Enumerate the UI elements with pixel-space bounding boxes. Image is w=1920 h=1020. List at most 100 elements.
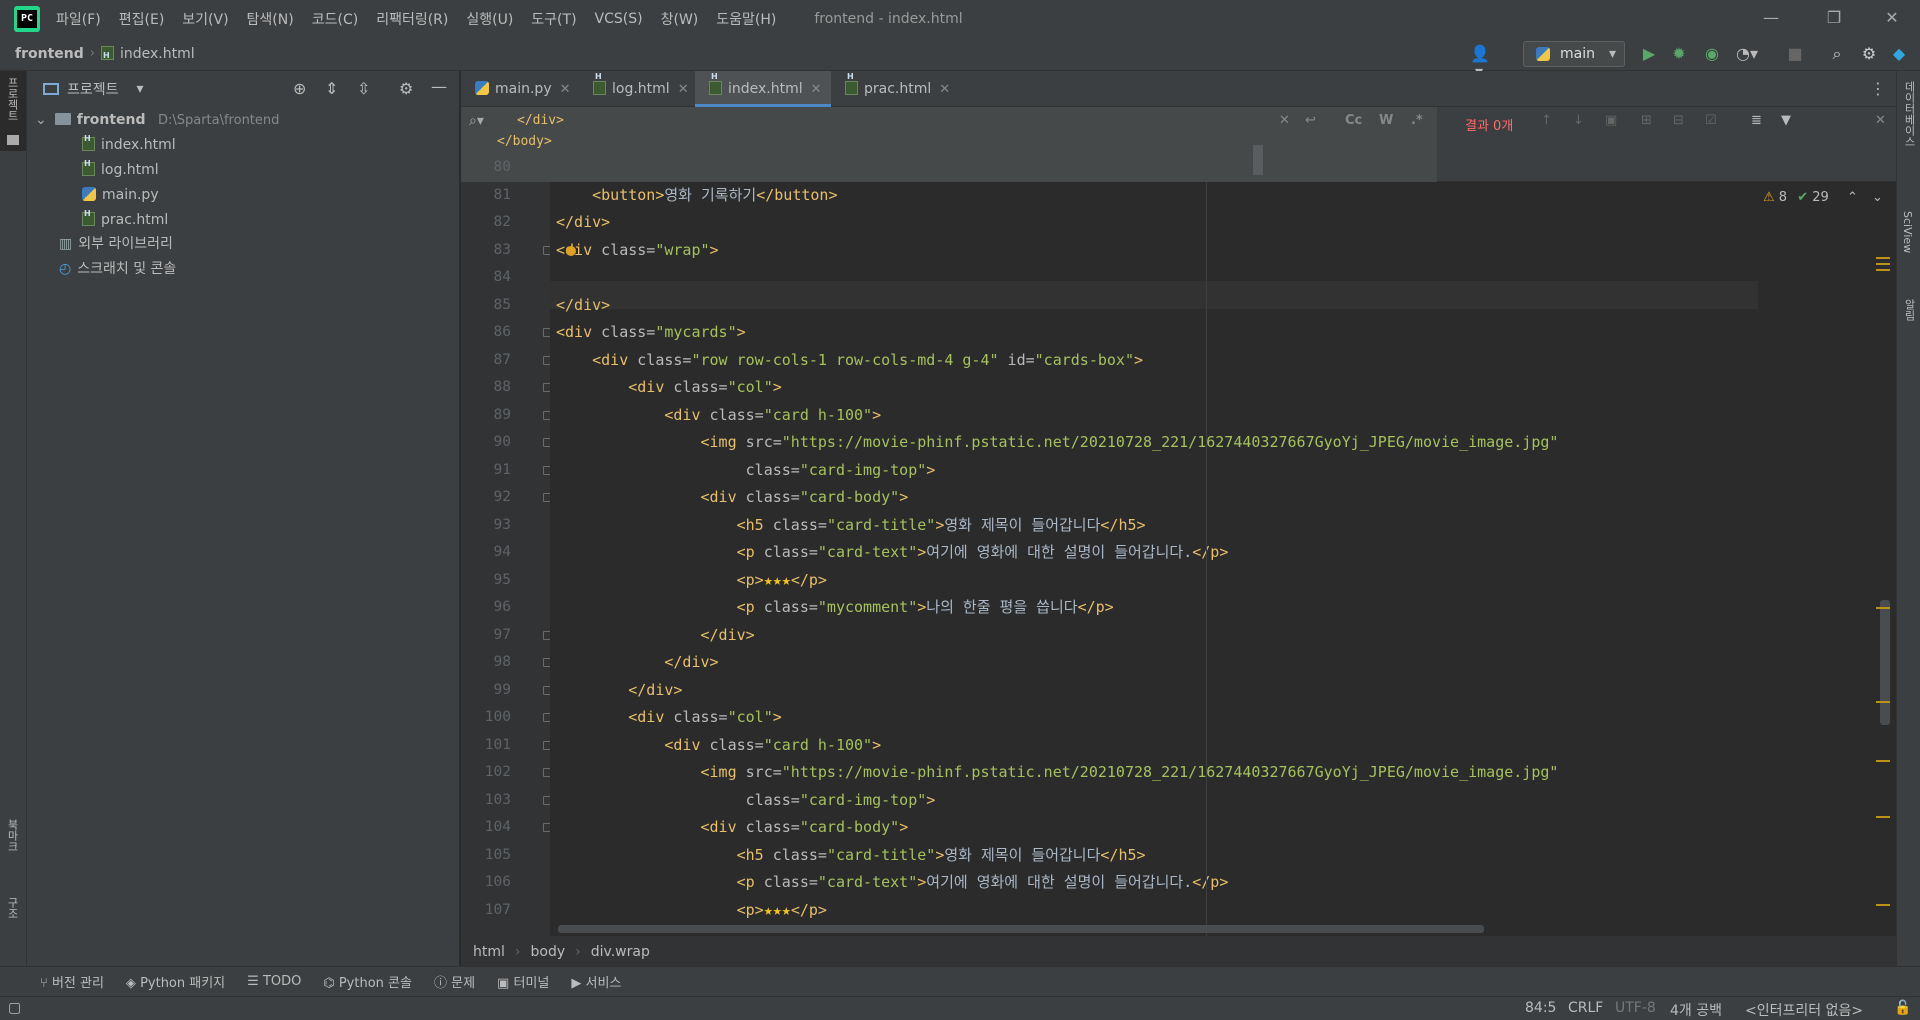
filter-options-icon[interactable]: ≣ (1751, 113, 1762, 128)
more-tabs-icon[interactable]: ⋮ (1870, 79, 1886, 98)
run-icon[interactable]: ▶ (1640, 45, 1658, 63)
chevron-down-icon[interactable]: ▾ (137, 81, 144, 97)
tab-index-html[interactable]: index.html ✕ (695, 59, 831, 107)
line-separator[interactable]: CRLF (1568, 1000, 1603, 1016)
user-icon[interactable]: 👤▾ (1470, 45, 1490, 81)
find-input[interactable]: ⌕▾ </div> </body> ✕ ↩ Cc W .* (461, 107, 1437, 182)
warning-mark[interactable] (1876, 257, 1890, 259)
project-tool-tab[interactable]: 프로젝트 (0, 71, 26, 151)
python-packages-tool-button[interactable]: ◈ Python 패키지 (126, 972, 225, 991)
menu-help[interactable]: 도움말(H) (716, 9, 776, 29)
gear-icon[interactable]: ⚙ (399, 79, 413, 98)
warning-mark[interactable] (1876, 607, 1890, 609)
nav-project[interactable]: frontend (15, 46, 84, 62)
tree-external-libraries[interactable]: ▥ 외부 라이브러리 (59, 232, 173, 257)
caret-position[interactable]: 84:5 (1525, 1000, 1556, 1016)
filter-icon[interactable]: ▼ (1781, 113, 1791, 128)
close-tab-icon[interactable]: ✕ (939, 82, 950, 97)
breadcrumb-html[interactable]: html (473, 944, 505, 960)
expand-all-icon[interactable]: ⇕ (325, 79, 338, 98)
nav-file[interactable]: index.html (100, 45, 195, 62)
vcs-tool-button[interactable]: ⑂ 버전 관리 (40, 972, 104, 991)
structure-tool-tab[interactable]: 구조 (4, 897, 20, 919)
tab-log-html[interactable]: log.html ✕ (579, 59, 693, 107)
terminal-tool-button[interactable]: ▣ 터미널 (497, 972, 549, 991)
warning-mark[interactable] (1876, 263, 1890, 265)
previous-highlight-icon[interactable]: ⌃ (1847, 190, 1858, 205)
tree-scratches[interactable]: ◴ 스크래치 및 콘솔 (59, 257, 176, 282)
collapse-all-icon[interactable]: ⇳ (357, 79, 370, 98)
tree-file-log[interactable]: log.html (82, 151, 159, 183)
close-tab-icon[interactable]: ✕ (678, 82, 689, 97)
menu-run[interactable]: 실행(U) (466, 9, 513, 29)
warning-mark[interactable] (1876, 269, 1890, 271)
close-tab-icon[interactable]: ✕ (560, 82, 571, 97)
tree-file-prac[interactable]: prac.html (82, 201, 168, 233)
tab-main-py[interactable]: main.py ✕ (461, 71, 579, 107)
whole-word-toggle[interactable]: W (1379, 113, 1393, 128)
tree-root[interactable]: ⌄ frontend D:\Sparta\frontend (35, 108, 279, 133)
find-scrollbar[interactable] (1253, 145, 1263, 175)
remove-occurrence-icon[interactable]: ⊟ (1673, 113, 1684, 128)
intention-bulb-icon[interactable] (566, 245, 576, 256)
file-encoding[interactable]: UTF-8 (1615, 1000, 1656, 1016)
debug-icon[interactable]: ✹ (1670, 45, 1688, 63)
stop-icon[interactable]: ■ (1786, 45, 1804, 63)
search-icon[interactable]: ⌕ (1828, 45, 1846, 63)
tree-file-main[interactable]: main.py (82, 183, 159, 208)
menu-code[interactable]: 코드(C) (312, 9, 358, 29)
lock-icon[interactable]: 🔓 (1894, 1000, 1911, 1016)
settings-icon[interactable]: ⚙ (1860, 45, 1878, 63)
locate-icon[interactable]: ⊕ (293, 79, 306, 98)
select-occurrences-icon[interactable]: ☑ (1705, 113, 1717, 128)
python-console-tool-button[interactable]: ⌬ Python 콘솔 (323, 972, 412, 991)
select-all-icon[interactable]: ▣ (1605, 113, 1617, 128)
clear-icon[interactable]: ✕ (1279, 113, 1290, 128)
breadcrumb-div-wrap[interactable]: div.wrap (591, 944, 650, 960)
editor-scroll-strip[interactable]: ⚠ 8 ✔ 29 ⌃ ⌄ (1758, 182, 1896, 936)
toolbox-icon[interactable]: ◆ (1890, 45, 1908, 63)
menu-file[interactable]: 파일(F) (56, 9, 101, 29)
menu-view[interactable]: 보기(V) (182, 9, 228, 29)
horizontal-scrollbar-thumb[interactable] (558, 925, 1484, 933)
services-tool-button[interactable]: ▶ 서비스 (571, 972, 621, 991)
newline-icon[interactable]: ↩ (1305, 113, 1316, 128)
menu-refactor[interactable]: 리팩터링(R) (376, 9, 448, 29)
next-highlight-icon[interactable]: ⌄ (1872, 190, 1883, 205)
profile-icon[interactable]: ◔▾ (1736, 45, 1758, 63)
minimize-icon[interactable]: — (1743, 0, 1799, 37)
menu-navigate[interactable]: 탐색(N) (247, 9, 294, 29)
next-occurrence-icon[interactable]: ↓ (1573, 113, 1584, 128)
previous-occurrence-icon[interactable]: ↑ (1541, 113, 1552, 128)
problems-tool-button[interactable]: ⓘ 문제 (434, 972, 475, 991)
warning-mark[interactable] (1876, 760, 1890, 762)
tree-file-index[interactable]: index.html (82, 126, 176, 158)
close-tab-icon[interactable]: ✕ (811, 82, 822, 97)
project-panel-title[interactable]: 프로젝트 (67, 79, 119, 99)
sciview-tool-tab[interactable]: SciView (1901, 211, 1914, 253)
search-icon[interactable]: ⌕▾ (469, 113, 484, 129)
todo-tool-button[interactable]: ☰ TODO (247, 974, 301, 989)
run-config-select[interactable]: main ▾ (1523, 41, 1625, 67)
interpreter-status[interactable]: <인터프리터 없음> (1745, 1000, 1863, 1020)
coverage-icon[interactable]: ◉ (1703, 45, 1721, 63)
restore-icon[interactable]: ❐ (1806, 0, 1862, 37)
menu-edit[interactable]: 편집(E) (119, 9, 165, 29)
vertical-scrollbar-thumb[interactable] (1880, 600, 1890, 725)
bookmarks-tool-tab[interactable]: 북마크 (4, 819, 20, 852)
indent-setting[interactable]: 4개 공백 (1670, 1000, 1722, 1020)
close-find-icon[interactable]: ✕ (1875, 113, 1886, 128)
breadcrumb-body[interactable]: body (531, 944, 566, 960)
notifications-tool-tab[interactable]: 알림 (1901, 299, 1917, 321)
menu-vcs[interactable]: VCS(S) (595, 11, 643, 27)
warning-mark[interactable] (1876, 701, 1890, 703)
menu-window[interactable]: 창(W) (661, 9, 699, 29)
regex-toggle[interactable]: .* (1411, 113, 1423, 128)
menu-tools[interactable]: 도구(T) (531, 9, 576, 29)
database-tool-tab[interactable]: 데이터베이스 (1901, 81, 1917, 147)
inspection-widget[interactable]: ⚠ 8 ✔ 29 ⌃ ⌄ (1763, 190, 1883, 205)
add-occurrence-icon[interactable]: ⊞ (1641, 113, 1652, 128)
close-icon[interactable]: ✕ (1864, 0, 1920, 37)
match-case-toggle[interactable]: Cc (1345, 113, 1362, 128)
warning-mark[interactable] (1876, 816, 1890, 818)
